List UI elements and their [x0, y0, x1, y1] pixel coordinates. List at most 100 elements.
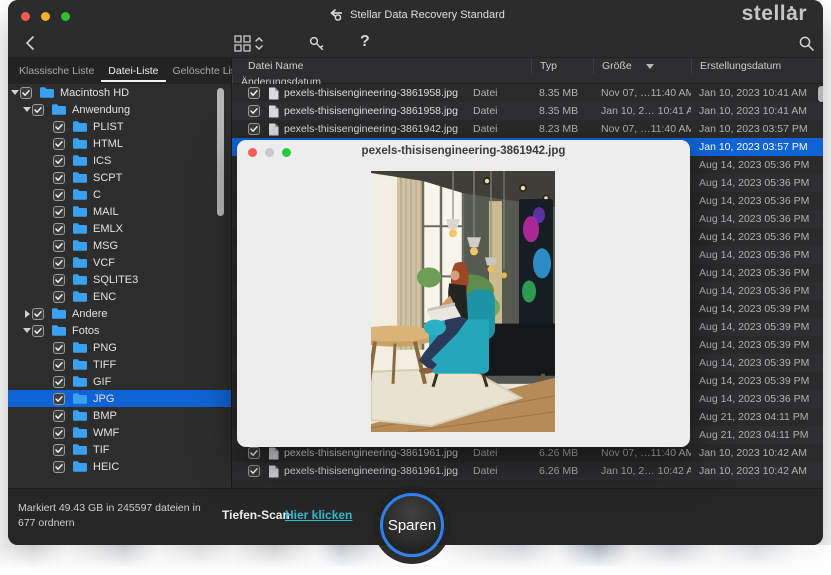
save-button[interactable]: Sparen: [380, 493, 444, 557]
checkbox-icon[interactable]: [248, 105, 260, 117]
file-size: 6.26 MB: [531, 465, 593, 477]
file-type: Datei: [465, 447, 531, 459]
sidebar-scrollbar[interactable]: [217, 88, 224, 216]
file-modified: Aug 14, 2023 05:36 PM: [691, 177, 823, 189]
checkbox-icon[interactable]: [248, 465, 260, 477]
tree-item-emlx[interactable]: EMLX: [8, 220, 231, 237]
table-scrollbar[interactable]: [818, 86, 823, 102]
checkbox-icon[interactable]: [53, 121, 65, 133]
checkbox-icon[interactable]: [53, 427, 65, 439]
expander-open-icon[interactable]: [22, 328, 32, 333]
column-typ[interactable]: Typ: [531, 58, 593, 74]
file-created: Nov 07, …11:40 AM: [593, 87, 691, 99]
tree-item-scpt[interactable]: SCPT: [8, 169, 231, 186]
folder-icon: [72, 375, 88, 388]
tree-item-jpg[interactable]: JPG: [8, 390, 231, 407]
titlebar: Stellar Data Recovery Standard stellar: [8, 0, 823, 30]
checkbox-icon[interactable]: [53, 376, 65, 388]
tree-item-label: TIFF: [93, 359, 116, 371]
checkbox-icon[interactable]: [53, 461, 65, 473]
tree-item-ics[interactable]: ICS: [8, 152, 231, 169]
checkbox-icon[interactable]: [53, 359, 65, 371]
tree-item-andere[interactable]: Andere: [8, 305, 231, 322]
checkbox-icon[interactable]: [20, 87, 32, 99]
tab-datei-liste[interactable]: Datei-Liste: [101, 60, 165, 82]
folder-icon: [72, 409, 88, 422]
tree-item-wmf[interactable]: WMF: [8, 424, 231, 441]
table-row[interactable]: pexels-thisisengineering-3861958.jpgDate…: [232, 102, 823, 120]
file-modified: Aug 14, 2023 05:39 PM: [691, 321, 823, 333]
table-row[interactable]: pexels-thisisengineering-3861942.jpgDate…: [232, 120, 823, 138]
preview-titlebar: pexels-thisisengineering-3861942.jpg: [237, 140, 690, 164]
expander-open-icon[interactable]: [10, 90, 20, 95]
checkbox-icon[interactable]: [32, 104, 44, 116]
checkbox-icon[interactable]: [53, 240, 65, 252]
checkbox-icon[interactable]: [53, 138, 65, 150]
tree-item-fotos[interactable]: Fotos: [8, 322, 231, 339]
tree-item-label: MAIL: [93, 206, 119, 218]
tree-item-msg[interactable]: MSG: [8, 237, 231, 254]
file-modified: Jan 10, 2023 10:41 AM: [691, 87, 823, 99]
column-erstellungsdatum[interactable]: Erstellungsdatum: [691, 58, 823, 74]
deep-scan-link[interactable]: Hier klicken: [285, 508, 352, 522]
checkbox-icon[interactable]: [53, 274, 65, 286]
checkbox-icon[interactable]: [248, 123, 260, 135]
file-modified: Jan 10, 2023 03:57 PM: [691, 123, 823, 135]
tree-item-macintosh-hd[interactable]: Macintosh HD: [8, 84, 231, 101]
file-icon: [268, 465, 279, 478]
back-chevron-icon[interactable]: [24, 35, 36, 51]
file-modified: Aug 21, 2023 04:11 PM: [691, 411, 823, 423]
tree-item-heic[interactable]: HEIC: [8, 458, 231, 475]
checkbox-icon[interactable]: [53, 342, 65, 354]
tree-item-label: EMLX: [93, 223, 123, 235]
checkbox-icon[interactable]: [53, 444, 65, 456]
checkbox-icon[interactable]: [53, 189, 65, 201]
file-type: Datei: [465, 123, 531, 135]
checkbox-icon[interactable]: [248, 87, 260, 99]
tree-item-mail[interactable]: MAIL: [8, 203, 231, 220]
folder-icon: [72, 154, 88, 167]
column-groesse[interactable]: Größe: [593, 58, 691, 74]
key-icon[interactable]: [308, 35, 326, 53]
expander-open-icon[interactable]: [22, 107, 32, 112]
tree-item-vcf[interactable]: VCF: [8, 254, 231, 271]
file-icon: [268, 87, 279, 100]
file-modified: Aug 14, 2023 05:39 PM: [691, 357, 823, 369]
tree-item-png[interactable]: PNG: [8, 339, 231, 356]
checkbox-icon[interactable]: [53, 393, 65, 405]
checkbox-icon[interactable]: [53, 223, 65, 235]
help-icon[interactable]: ?: [360, 33, 370, 51]
checkbox-icon[interactable]: [32, 308, 44, 320]
checkbox-icon[interactable]: [53, 257, 65, 269]
checkbox-icon[interactable]: [53, 172, 65, 184]
tree-item-label: ENC: [93, 291, 116, 303]
file-created: Nov 07, …11:40 AM: [593, 123, 691, 135]
tree-item-anwendung[interactable]: Anwendung: [8, 101, 231, 118]
tree-item-enc[interactable]: ENC: [8, 288, 231, 305]
table-row[interactable]: pexels-thisisengineering-3861958.jpgDate…: [232, 84, 823, 102]
tree-item-bmp[interactable]: BMP: [8, 407, 231, 424]
folder-icon: [72, 205, 88, 218]
expander-closed-icon[interactable]: [22, 310, 32, 318]
checkbox-icon[interactable]: [53, 410, 65, 422]
checkbox-icon[interactable]: [53, 206, 65, 218]
tree-item-gif[interactable]: GIF: [8, 373, 231, 390]
tree-item-tiff[interactable]: TIFF: [8, 356, 231, 373]
tree-item-plist[interactable]: PLIST: [8, 118, 231, 135]
tree-item-label: GIF: [93, 376, 111, 388]
file-type: Datei: [465, 105, 531, 117]
column-datei-name[interactable]: Datei Name: [232, 58, 465, 74]
tab-klassische-liste[interactable]: Klassische Liste: [12, 60, 101, 82]
tree-item-c[interactable]: C: [8, 186, 231, 203]
checkbox-icon[interactable]: [53, 291, 65, 303]
checkbox-icon[interactable]: [53, 155, 65, 167]
tree-item-html[interactable]: HTML: [8, 135, 231, 152]
search-icon[interactable]: [798, 35, 815, 52]
tree-item-tif[interactable]: TIF: [8, 441, 231, 458]
checkbox-icon[interactable]: [248, 447, 260, 459]
tree-item-sqlite3[interactable]: SQLITE3: [8, 271, 231, 288]
view-grid-icon[interactable]: [234, 35, 268, 53]
checkbox-icon[interactable]: [32, 325, 44, 337]
table-row[interactable]: pexels-thisisengineering-3861961.jpgDate…: [232, 462, 823, 480]
file-modified: Jan 10, 2023 10:42 AM: [691, 447, 823, 459]
